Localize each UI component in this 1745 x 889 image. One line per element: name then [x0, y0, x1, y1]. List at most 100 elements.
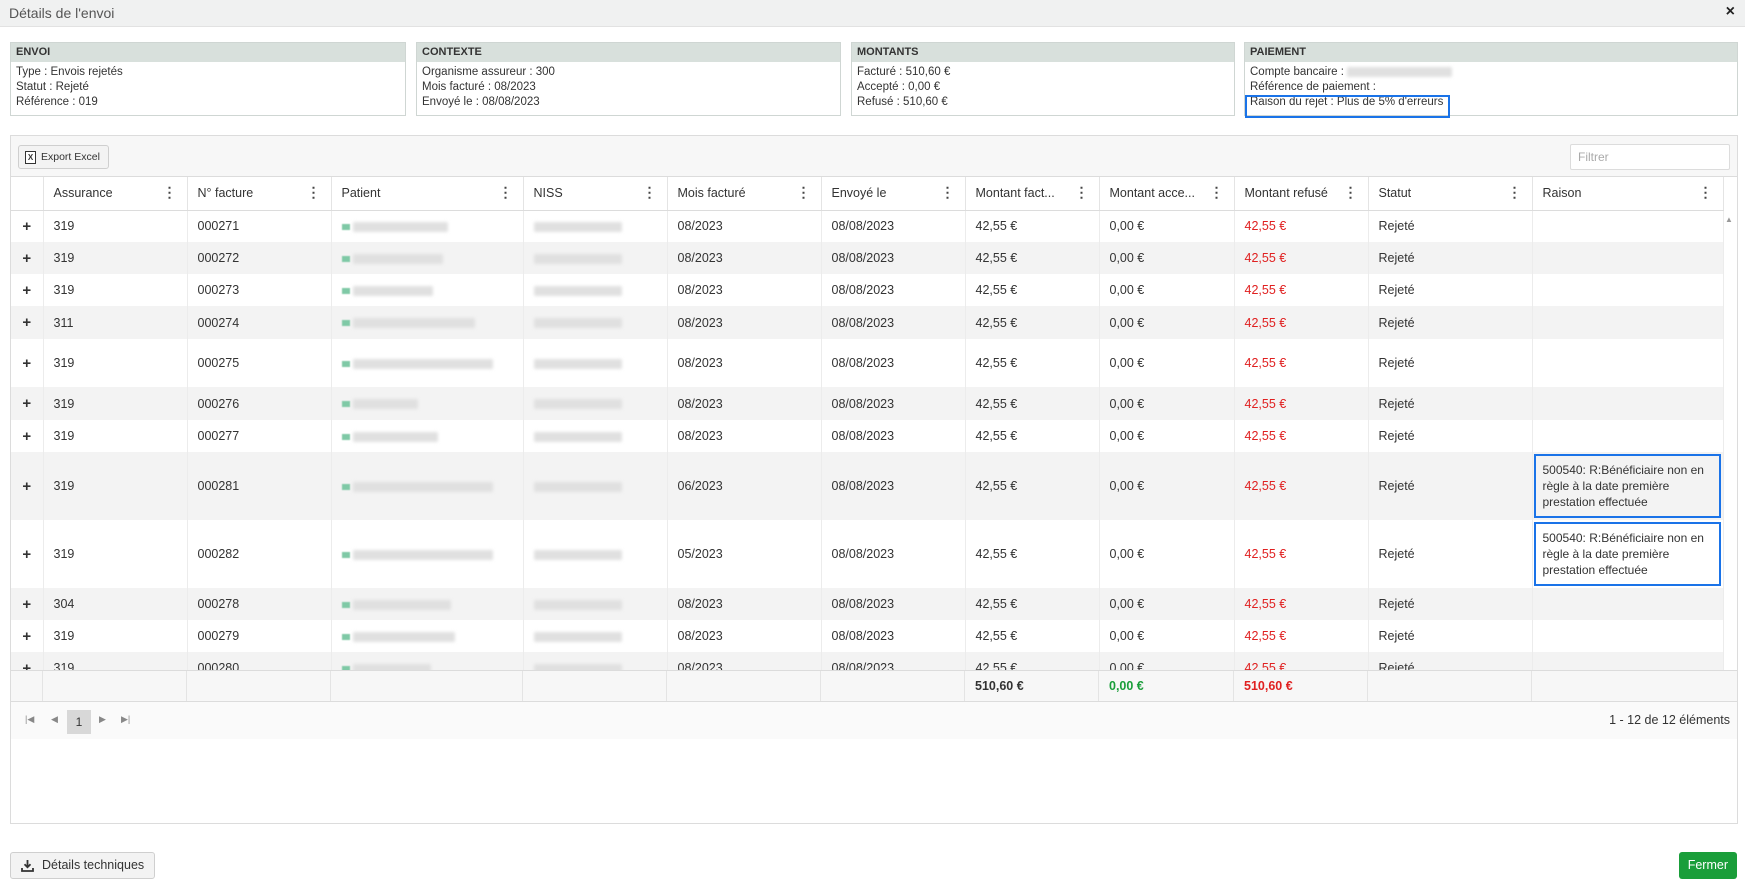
table-row[interactable]: +319 000272 08/2023 08/08/2023 42,55 €0,00 €…: [11, 242, 1724, 274]
cell-assurance: 319: [43, 452, 188, 520]
table-row[interactable]: +319 000275 08/2023 08/08/2023 42,55 €0,00 €…: [11, 339, 1724, 387]
cell-statut: Rejeté: [1368, 210, 1533, 242]
column-menu-icon[interactable]: ⋮: [1075, 185, 1089, 199]
first-page-icon[interactable]: |◀: [25, 714, 34, 725]
expand-row-icon[interactable]: +: [11, 620, 44, 652]
cell-montant-facture: 42,55 €: [965, 520, 1100, 588]
cell-envoye: 08/08/2023: [821, 387, 966, 420]
table-row[interactable]: +304 000278 08/2023 08/08/2023 42,55 €0,00 €…: [11, 588, 1724, 620]
expand-row-icon[interactable]: +: [11, 210, 44, 242]
scroll-up-icon[interactable]: ▲: [1725, 215, 1733, 224]
close-button[interactable]: Fermer: [1678, 852, 1737, 879]
cell-assurance: 319: [43, 420, 188, 452]
col-mois[interactable]: Mois facturé ⋮: [667, 177, 822, 211]
cell-niss: [523, 274, 668, 306]
montants-accepte: Accepté : 0,00 €: [857, 81, 941, 93]
col-montant-refuse[interactable]: Montant refusé ⋮: [1234, 177, 1369, 211]
current-page[interactable]: 1: [67, 710, 91, 734]
filter-input[interactable]: [1570, 144, 1730, 170]
column-menu-icon[interactable]: ⋮: [643, 185, 657, 199]
cell-statut: Rejeté: [1368, 620, 1533, 652]
expand-row-icon[interactable]: +: [11, 520, 44, 588]
prev-page-icon[interactable]: ◀: [51, 714, 58, 725]
cell-mois: 08/2023: [667, 242, 822, 274]
col-envoye[interactable]: Envoyé le ⋮: [821, 177, 966, 211]
total-accepte: 0,00 €: [1099, 671, 1234, 702]
column-menu-icon[interactable]: ⋮: [1344, 185, 1358, 199]
column-menu-icon[interactable]: ⋮: [1210, 185, 1224, 199]
col-montant-facture[interactable]: Montant fact... ⋮: [965, 177, 1100, 211]
panel-envoi: ENVOI Type : Envois rejetés Statut : Rej…: [10, 42, 406, 116]
export-excel-button[interactable]: X Export Excel: [18, 145, 109, 169]
table-row[interactable]: +311 000274 08/2023 08/08/2023 42,55 €0,00 €…: [11, 306, 1724, 339]
next-page-icon[interactable]: ▶: [99, 714, 106, 725]
last-page-icon[interactable]: ▶|: [121, 714, 130, 725]
envoi-statut: Statut : Rejeté: [16, 81, 89, 93]
col-assurance[interactable]: Assurance ⋮: [43, 177, 188, 211]
col-statut[interactable]: Statut ⋮: [1368, 177, 1533, 211]
close-icon[interactable]: ×: [1726, 3, 1735, 21]
cell-niss: [523, 520, 668, 588]
patient-status-icon: [341, 320, 350, 327]
cell-mois: 08/2023: [667, 620, 822, 652]
column-menu-icon[interactable]: ⋮: [163, 185, 177, 199]
cell-envoye: 08/08/2023: [821, 588, 966, 620]
column-menu-icon[interactable]: ⋮: [797, 185, 811, 199]
col-montant-accepte[interactable]: Montant acce... ⋮: [1099, 177, 1235, 211]
redacted-patient: [352, 318, 475, 329]
cell-niss: [523, 588, 668, 620]
table-row[interactable]: +319 000276 08/2023 08/08/2023 42,55 €0,00 €…: [11, 387, 1724, 420]
redacted-patient: [352, 253, 443, 264]
cell-niss: [523, 452, 668, 520]
dialog-titlebar: Détails de l'envoi ×: [0, 0, 1745, 27]
col-facture[interactable]: N° facture ⋮: [187, 177, 332, 211]
expand-row-icon[interactable]: +: [11, 452, 44, 520]
cell-statut: Rejeté: [1368, 420, 1533, 452]
paiement-raison: Raison du rejet : Plus de 5% d'erreurs: [1250, 96, 1444, 108]
expand-row-icon[interactable]: +: [11, 588, 44, 620]
table-row[interactable]: +319 000271 08/2023 08/08/2023 42,55 €0,00 €…: [11, 210, 1724, 242]
expand-row-icon[interactable]: +: [11, 274, 44, 306]
expand-row-icon[interactable]: +: [11, 387, 44, 420]
table-row[interactable]: +319 000279 08/2023 08/08/2023 42,55 €0,00 €…: [11, 620, 1724, 652]
patient-status-icon: [341, 360, 350, 367]
cell-patient: [331, 242, 524, 274]
col-patient[interactable]: Patient ⋮: [331, 177, 524, 211]
cell-assurance: 311: [43, 306, 188, 339]
cell-statut: Rejeté: [1368, 452, 1533, 520]
redacted-patient: [352, 399, 418, 410]
table-row[interactable]: +319 000277 08/2023 08/08/2023 42,55 €0,00 €…: [11, 420, 1724, 452]
cell-montant-refuse: 42,55 €: [1234, 452, 1369, 520]
table-row[interactable]: +319 000273 08/2023 08/08/2023 42,55 €0,00 €…: [11, 274, 1724, 306]
panel-contexte: CONTEXTE Organisme assureur : 300 Mois f…: [416, 42, 841, 116]
totals-spacer: [43, 671, 187, 702]
excel-icon: X: [25, 150, 36, 164]
patient-status-icon: [341, 255, 350, 262]
column-menu-icon[interactable]: ⋮: [1508, 185, 1522, 199]
cell-assurance: 319: [43, 242, 188, 274]
redacted-patient: [352, 221, 448, 232]
redacted-niss: [533, 318, 622, 329]
cell-assurance: 319: [43, 520, 188, 588]
table-row[interactable]: +319 000281 06/2023 08/08/2023 42,55 €0,00 €…: [11, 452, 1724, 520]
expand-row-icon[interactable]: +: [11, 420, 44, 452]
expand-row-icon[interactable]: +: [11, 242, 44, 274]
col-raison[interactable]: Raison ⋮: [1532, 177, 1724, 211]
totals-spacer: [821, 671, 965, 702]
column-menu-icon[interactable]: ⋮: [307, 185, 321, 199]
column-menu-icon[interactable]: ⋮: [499, 185, 513, 199]
cell-facture: 000273: [187, 274, 332, 306]
col-niss[interactable]: NISS ⋮: [523, 177, 668, 211]
table-row[interactable]: +319 000282 05/2023 08/08/2023 42,55 €0,00 €…: [11, 520, 1724, 588]
vertical-scrollbar[interactable]: ▲ ▼: [1721, 210, 1737, 730]
expand-row-icon[interactable]: +: [11, 339, 44, 387]
cell-montant-accepte: 0,00 €: [1099, 387, 1235, 420]
column-menu-icon[interactable]: ⋮: [1699, 185, 1713, 199]
cell-facture: 000281: [187, 452, 332, 520]
cell-assurance: 319: [43, 210, 188, 242]
totals-spacer: [187, 671, 331, 702]
expand-row-icon[interactable]: +: [11, 306, 44, 339]
redacted-niss: [533, 549, 622, 560]
column-menu-icon[interactable]: ⋮: [941, 185, 955, 199]
technical-details-button[interactable]: Détails techniques: [10, 852, 156, 879]
